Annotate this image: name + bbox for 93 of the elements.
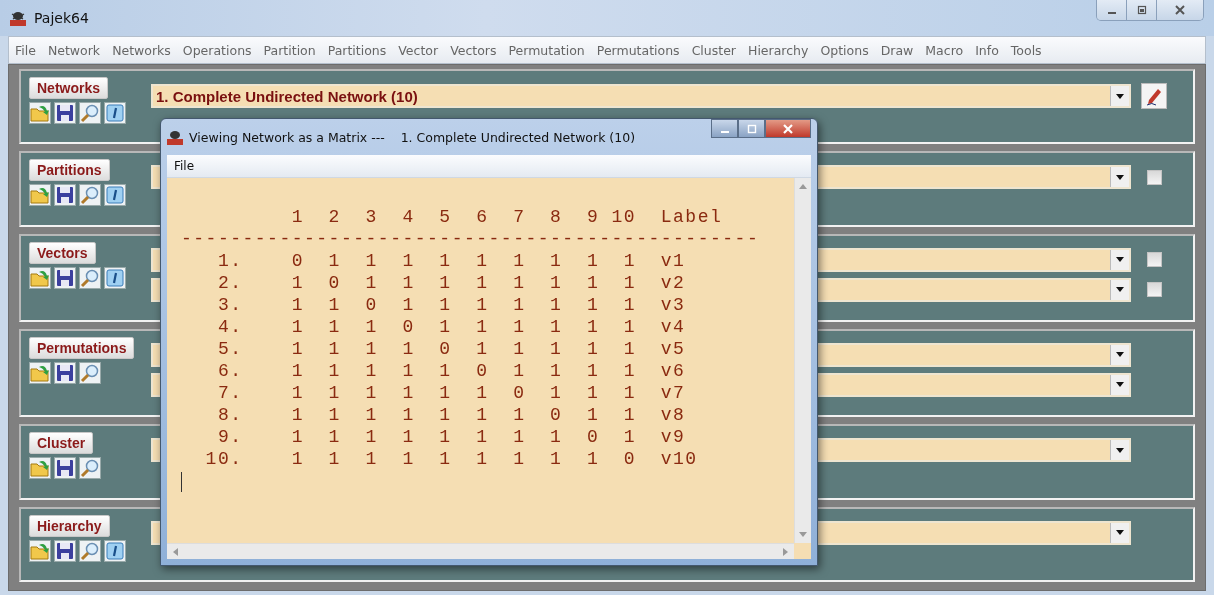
panel-button[interactable]: Hierarchy [29, 514, 110, 537]
info-icon[interactable] [104, 102, 126, 124]
window-title: Pajek64 [34, 10, 89, 26]
panel-button[interactable]: Networks [29, 77, 109, 99]
dropdown-arrow-icon [1116, 174, 1124, 180]
menu-item[interactable]: Vector [392, 42, 445, 58]
menu-item[interactable]: File [167, 159, 202, 173]
maximize-button[interactable] [1127, 0, 1157, 20]
save-icon[interactable] [54, 362, 76, 384]
menu-item[interactable]: Partitions [321, 42, 393, 58]
search-icon[interactable] [79, 457, 101, 480]
scroll-left-arrow-icon[interactable] [173, 547, 178, 556]
text-cursor [181, 472, 182, 492]
scroll-down-arrow-icon[interactable] [799, 532, 807, 537]
menu-item[interactable]: Network [41, 42, 107, 58]
vertical-scrollbar[interactable] [794, 178, 811, 543]
search-icon[interactable] [79, 184, 101, 207]
menu-item[interactable]: Options [814, 42, 875, 58]
minimize-icon [720, 130, 729, 133]
close-button[interactable] [765, 119, 811, 138]
save-icon[interactable] [54, 184, 76, 207]
panel-button[interactable]: Vectors [29, 241, 96, 264]
matrix-row-text: 8. 1 1 1 1 1 1 1 0 1 1 v8 [216, 404, 686, 426]
matrix-row-text: 9. 1 1 1 1 1 1 1 1 0 1 v9 [216, 426, 686, 448]
save-icon[interactable] [54, 266, 76, 289]
dropdown-arrow-icon [1116, 352, 1124, 358]
panel-button[interactable]: Cluster [29, 432, 94, 455]
menu-item[interactable]: Draw [874, 42, 920, 58]
checkbox[interactable] [1147, 169, 1162, 185]
minimize-button[interactable] [711, 119, 738, 138]
save-icon[interactable] [54, 457, 76, 480]
dropdown-arrow-icon [1116, 257, 1124, 263]
matrix-row-text: 10. 1 1 1 1 1 1 1 1 1 0 v10 [204, 448, 698, 470]
search-icon[interactable] [79, 102, 101, 124]
matrix-rule: ----------------------------------------------- [181, 228, 760, 250]
menu-item[interactable]: Operations [176, 42, 258, 58]
horizontal-scrollbar[interactable] [167, 543, 794, 559]
minimize-icon [1107, 12, 1116, 14]
dropdown-arrow-icon [1116, 530, 1124, 536]
checkbox[interactable] [1147, 282, 1162, 298]
menu-item[interactable]: Networks [106, 42, 177, 58]
info-icon[interactable] [104, 266, 126, 289]
search-icon[interactable] [79, 362, 101, 384]
pencil-button[interactable] [1141, 83, 1167, 109]
save-icon[interactable] [54, 539, 76, 562]
menu-item[interactable]: Cluster [685, 42, 742, 58]
scroll-right-arrow-icon[interactable] [783, 547, 788, 556]
info-icon[interactable] [104, 539, 126, 562]
dropdown-arrow-icon [1116, 93, 1124, 99]
menu-item[interactable]: Permutation [502, 42, 591, 58]
panel-button[interactable]: Permutations [29, 337, 135, 359]
open-folder-icon[interactable] [29, 184, 51, 207]
matrix-row-text: 2. 1 0 1 1 1 1 1 1 1 1 v2 [216, 272, 686, 294]
dropdown-arrow-icon [1116, 382, 1124, 388]
matrix-header: 1 2 3 4 5 6 7 8 9 10 Label [290, 206, 723, 228]
window-title: Viewing Network as a Matrix --- 1. Complete Undirected Network (10) [189, 129, 635, 145]
checkbox[interactable] [1147, 252, 1162, 268]
menu-item[interactable]: Hierarchy [742, 42, 815, 58]
menu-item[interactable]: Macro [919, 42, 970, 58]
dropdown-arrow-icon [1116, 287, 1124, 293]
scroll-up-arrow-icon[interactable] [799, 184, 807, 189]
save-icon[interactable] [54, 102, 76, 124]
open-folder-icon[interactable] [29, 457, 51, 480]
app-icon [167, 129, 183, 145]
dropdown-arrow-icon [1116, 447, 1124, 453]
matrix-row-text: 6. 1 1 1 1 1 0 1 1 1 1 v6 [216, 360, 686, 382]
close-icon [782, 123, 794, 134]
dropdown-field[interactable]: 1. Complete Undirected Network (10) [151, 84, 1131, 108]
close-button[interactable] [1157, 0, 1203, 20]
maximize-button[interactable] [738, 119, 765, 138]
maximize-icon [745, 123, 758, 134]
menu-item[interactable]: Info [969, 42, 1005, 58]
open-folder-icon[interactable] [29, 539, 51, 562]
close-icon [1174, 5, 1186, 15]
menu-item[interactable]: Tools [1004, 42, 1048, 58]
menu-item[interactable]: Vectors [444, 42, 503, 58]
minimize-button[interactable] [1097, 0, 1127, 20]
info-icon[interactable] [104, 184, 126, 207]
matrix-row-text: 5. 1 1 1 1 0 1 1 1 1 1 v5 [216, 338, 686, 360]
matrix-row-text: 4. 1 1 1 0 1 1 1 1 1 1 v4 [216, 316, 686, 338]
pencil-icon [1144, 86, 1164, 106]
menu-item[interactable]: Partition [257, 42, 322, 58]
app-icon [10, 10, 26, 26]
maximize-icon [1135, 5, 1148, 15]
search-icon[interactable] [79, 539, 101, 562]
matrix-row-text: 1. 0 1 1 1 1 1 1 1 1 1 v1 [216, 250, 686, 272]
menu-item[interactable]: File [9, 42, 42, 58]
search-icon[interactable] [79, 266, 101, 289]
panel-button[interactable]: Partitions [29, 159, 110, 182]
matrix-row-text: 7. 1 1 1 1 1 1 0 1 1 1 v7 [216, 382, 686, 404]
menu-item[interactable]: Permutations [590, 42, 686, 58]
matrix-row-text: 3. 1 1 0 1 1 1 1 1 1 1 v3 [216, 294, 686, 316]
open-folder-icon[interactable] [29, 266, 51, 289]
